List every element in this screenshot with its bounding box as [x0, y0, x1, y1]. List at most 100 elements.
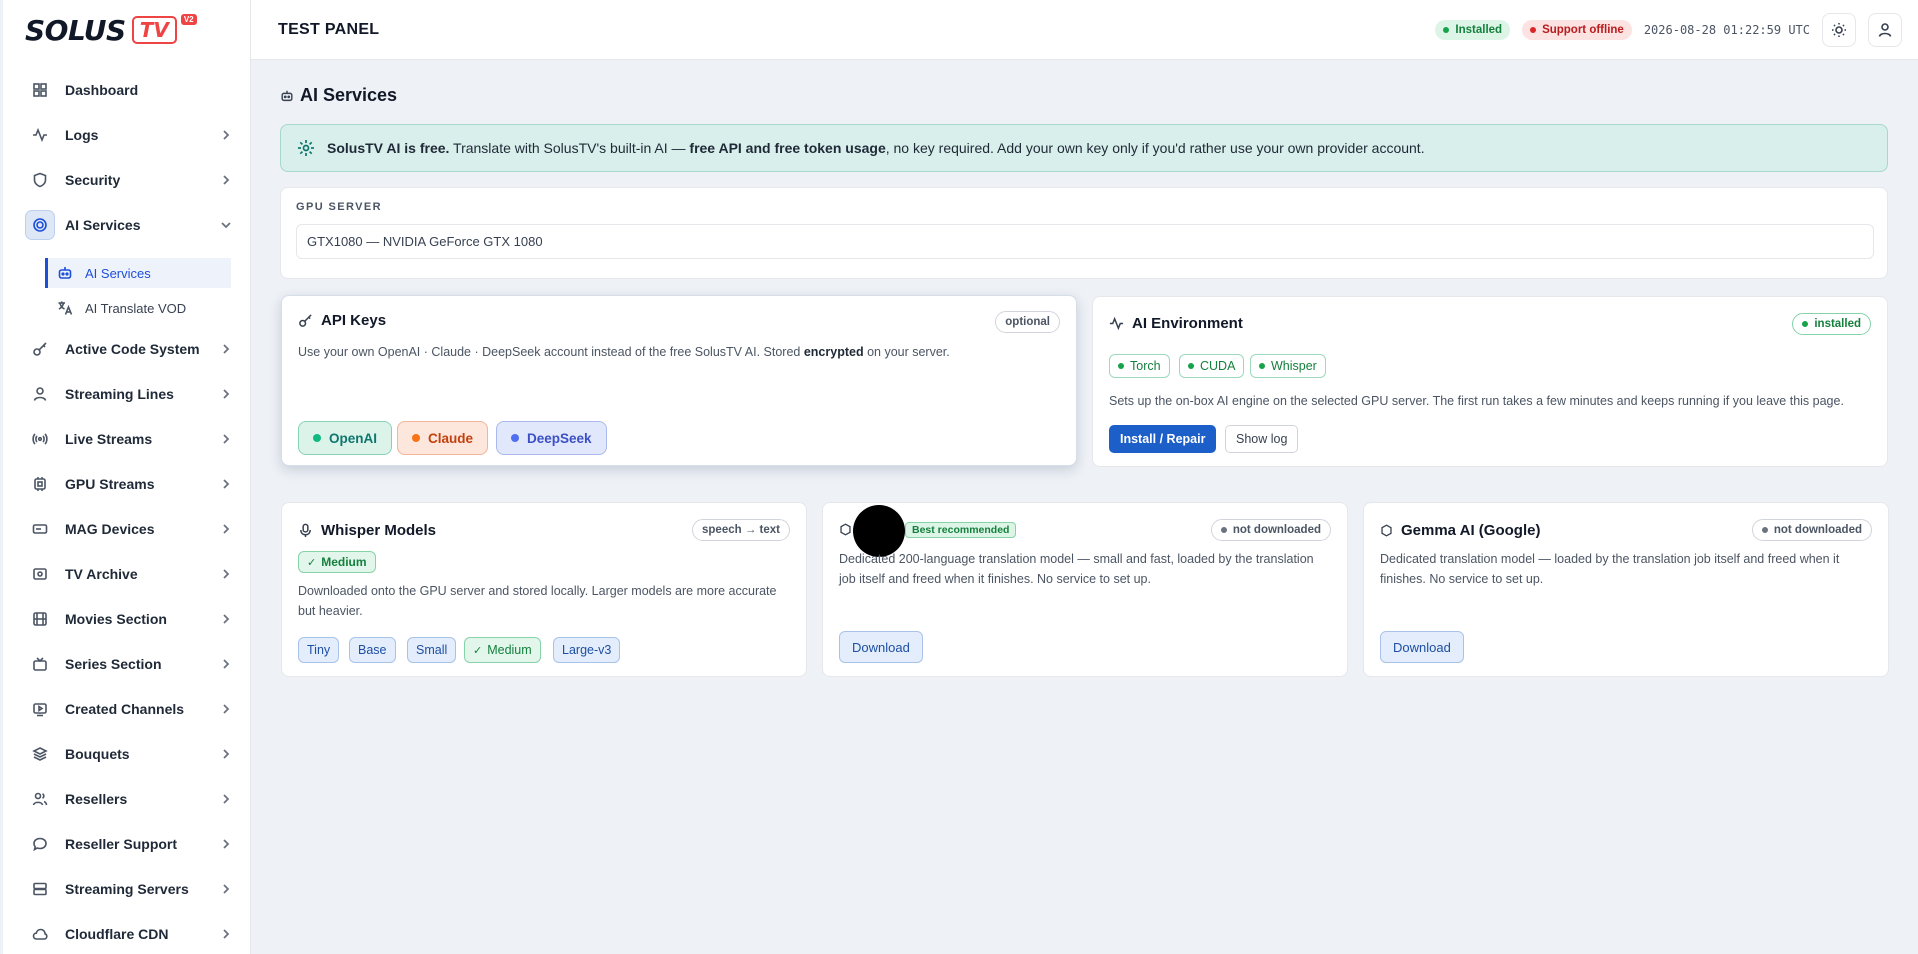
sidebar-item-created-channels[interactable]: Created Channels — [23, 691, 237, 727]
user-icon — [25, 379, 55, 409]
sidebar-item-resellers[interactable]: Resellers — [23, 781, 237, 817]
provider-label: Claude — [428, 430, 474, 446]
page-title: AI Services — [300, 85, 398, 105]
sidebar-subitem-ai-translate-vod[interactable]: AI Translate VOD — [45, 293, 231, 323]
sidebar-item-cloudflare-cdn[interactable]: Cloudflare CDN — [23, 916, 237, 952]
chevron-right-icon — [219, 882, 233, 896]
model-size-tiny[interactable]: Tiny — [298, 637, 340, 663]
ai-env-status: installed — [1814, 318, 1861, 330]
gpu-server-card: GPU SERVER GTX1080 — NVIDIA GeForce GTX … — [280, 187, 1888, 279]
free-ai-banner: SolusTV AI is free. Translate with Solus… — [280, 124, 1888, 172]
chip-label: Whisper — [1271, 359, 1317, 373]
sidebar-item-label: Security — [65, 172, 121, 188]
openai-provider-button[interactable]: OpenAI — [298, 421, 393, 455]
logo-tv: TV — [131, 16, 177, 44]
download-gemma-button[interactable]: Download — [1380, 631, 1464, 663]
play-screen-icon — [25, 694, 55, 724]
chevron-right-icon — [219, 927, 233, 941]
show-log-button[interactable]: Show log — [1225, 425, 1299, 453]
cpu-icon — [25, 210, 55, 240]
sidebar-item-streaming-lines[interactable]: Streaming Lines — [23, 376, 237, 412]
chevron-right-icon — [219, 522, 233, 536]
sidebar-item-label: Cloudflare CDN — [65, 926, 169, 942]
sidebar-item-series-section[interactable]: Series Section — [23, 646, 237, 682]
gemma-title: Gemma AI (Google) — [1401, 522, 1541, 539]
sidebar-subitem-ai-services[interactable]: AI Services — [45, 258, 231, 288]
sidebar-item-streaming-servers[interactable]: Streaming Servers — [23, 871, 237, 907]
chevron-right-icon — [219, 567, 233, 581]
ai-environment-card: AI Environment installed Torch CUDA Whis… — [1092, 296, 1888, 467]
model-size-small[interactable]: Small — [407, 637, 457, 663]
status-dot — [1443, 27, 1450, 33]
user-menu-button[interactable] — [1868, 13, 1902, 47]
sidebar-item-label: TV Archive — [65, 566, 138, 582]
torch-chip: Torch — [1109, 354, 1170, 378]
sidebar-item-label: Resellers — [65, 791, 128, 807]
key-icon — [299, 314, 312, 327]
card-header: Whisper Models — [298, 522, 436, 539]
sidebar-item-tv-archive[interactable]: TV Archive — [23, 556, 237, 592]
sidebar-item-active-code-system[interactable]: Active Code System — [23, 331, 237, 367]
sidebar-item-mag-devices[interactable]: MAG Devices — [23, 511, 237, 547]
sidebar-item-live-streams[interactable]: Live Streams — [23, 421, 237, 457]
sidebar-item-label: Active Code System — [65, 341, 200, 357]
banner-text-1: Translate with SolusTV's built-in AI — — [449, 140, 690, 156]
sidebar-item-label: Live Streams — [65, 431, 153, 447]
model-size-medium[interactable]: ✓ Medium — [464, 637, 541, 663]
chip-label: CUDA — [1200, 359, 1236, 373]
users-icon — [25, 784, 55, 814]
status-dot — [1188, 363, 1194, 369]
translation-model-status: not downloaded — [1232, 524, 1321, 536]
activity-icon — [25, 120, 55, 150]
ai-environment-description: Sets up the on-box AI engine on the sele… — [1109, 394, 1844, 408]
sidebar-item-bouquets[interactable]: Bouquets — [23, 736, 237, 772]
sidebar-item-label: Series Section — [65, 656, 162, 672]
theme-toggle-button[interactable] — [1822, 13, 1856, 47]
sidebar-item-ai-services[interactable]: AI Services — [23, 207, 237, 243]
claude-provider-button[interactable]: Claude — [397, 421, 489, 455]
archive-icon — [25, 559, 55, 589]
layers-icon — [25, 739, 55, 769]
model-size-large-v3[interactable]: Large-v3 — [553, 637, 621, 663]
chevron-right-icon — [219, 702, 233, 716]
deepseek-provider-button[interactable]: DeepSeek — [496, 421, 607, 455]
card-header: AI Environment — [1109, 315, 1243, 332]
speech-to-text-badge: speech → text — [692, 519, 790, 541]
key-icon — [25, 334, 55, 364]
check-icon: ✓ — [307, 556, 317, 569]
logo-version: V2 — [180, 13, 197, 25]
not-downloaded-badge: not downloaded — [1210, 519, 1331, 541]
robot-icon — [281, 90, 293, 101]
download-translation-model-button[interactable]: Download — [839, 631, 923, 663]
sidebar-item-dashboard[interactable]: Dashboard — [23, 72, 237, 108]
logo[interactable]: SOLUS TV V2 — [3, 0, 250, 60]
sidebar-item-label: Bouquets — [65, 746, 130, 762]
banner-strong-2: free API and free token usage — [689, 140, 886, 156]
sidebar-item-label: MAG Devices — [65, 521, 155, 537]
topbar: TEST PANEL Installed Support offline 202… — [251, 0, 1918, 60]
chevron-right-icon — [219, 128, 233, 142]
model-size-base[interactable]: Base — [349, 637, 396, 663]
device-icon — [25, 514, 55, 544]
provider-label: OpenAI — [329, 430, 378, 446]
sidebar: SOLUS TV V2 Dashboard Logs Security AI S… — [3, 0, 251, 954]
chevron-right-icon — [219, 477, 233, 491]
install-repair-button[interactable]: Install / Repair — [1109, 425, 1217, 453]
api-keys-card: API Keys optional Use your own OpenAI · … — [281, 295, 1077, 466]
sidebar-item-logs[interactable]: Logs — [23, 117, 237, 153]
sidebar-item-gpu-streams[interactable]: GPU Streams — [23, 466, 237, 502]
grid-icon — [25, 75, 55, 105]
translation-model-card: Best recommended not downloaded Dedicate… — [822, 502, 1348, 677]
sidebar-item-security[interactable]: Security — [23, 162, 237, 198]
check-icon: ✓ — [473, 644, 483, 657]
chip-label: Torch — [1130, 359, 1161, 373]
sidebar-item-label: Created Channels — [65, 701, 185, 717]
whisper-chip: Whisper — [1250, 354, 1326, 378]
page-header: AI Services — [280, 85, 397, 106]
gpu-server-select[interactable]: GTX1080 — NVIDIA GeForce GTX 1080 — [296, 224, 1874, 259]
sidebar-item-movies-section[interactable]: Movies Section — [23, 601, 237, 637]
sidebar-item-reseller-support[interactable]: Reseller Support — [23, 826, 237, 862]
sidebar-item-label: Streaming Servers — [65, 881, 189, 897]
optional-badge: optional — [995, 311, 1060, 333]
whisper-description: Downloaded onto the GPU server and store… — [298, 584, 777, 618]
